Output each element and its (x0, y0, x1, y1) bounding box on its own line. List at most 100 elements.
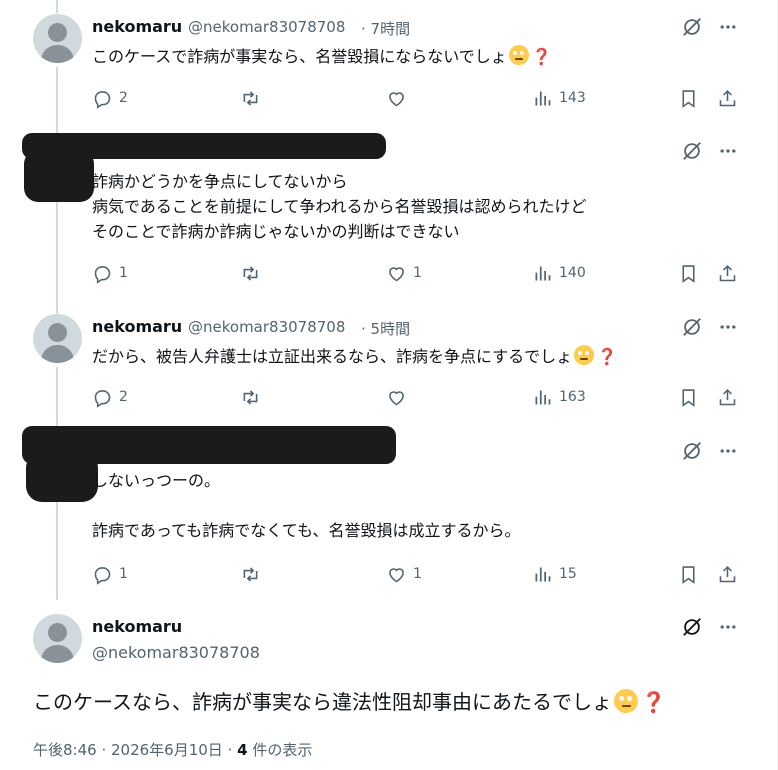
more-icon[interactable] (717, 616, 739, 638)
like-icon (389, 567, 404, 582)
tweet-actions: 2 163 (92, 385, 742, 409)
thread-line (56, 367, 58, 433)
views-icon (535, 91, 551, 105)
like-icon (389, 266, 404, 281)
tweet-text: だから、被告人弁護士は立証出来るなら、詐病を争点にするでしょ ❓ (92, 344, 617, 369)
like-button[interactable] (386, 385, 407, 409)
views-button[interactable]: 15 (532, 562, 577, 586)
grok-icon[interactable] (681, 316, 703, 338)
conversation-thread: nekomaru @nekomar83078708 · 7時間 このケースで詐病… (0, 0, 778, 770)
repost-button[interactable] (240, 385, 261, 409)
reply-count: 2 (119, 90, 128, 106)
reply-icon (94, 389, 111, 408)
views-icon (535, 266, 551, 280)
more-icon[interactable] (717, 316, 739, 338)
bookmark-button[interactable] (678, 385, 699, 409)
like-count: 1 (413, 265, 422, 281)
views-button[interactable]: 143 (532, 86, 586, 110)
tweet-text: しないっつーの。 詐病であっても詐病でなくても、名誉毀損は成立するから。 (92, 468, 520, 543)
reply-count: 1 (119, 265, 128, 281)
avatar[interactable] (33, 14, 82, 63)
bookmark-icon (682, 264, 695, 283)
author-handle[interactable]: @nekomar83078708 (188, 318, 345, 336)
thread-line (56, 500, 58, 600)
more-icon[interactable] (717, 440, 739, 462)
like-count: 1 (413, 566, 422, 582)
views-count: 15 (559, 566, 577, 582)
views-count: 143 (559, 90, 586, 106)
tweet-text: このケースなら、詐病が事実なら違法性阻却事由にあたるでしょ ❓ (33, 686, 666, 715)
share-button[interactable] (717, 562, 738, 586)
bookmark-button[interactable] (678, 86, 699, 110)
post-meta: 午後8:46 · 2026年6月10日 · 4 件の表示 (33, 739, 312, 760)
author-handle[interactable]: @nekomar83078708 (92, 643, 260, 662)
bookmark-button[interactable] (678, 562, 699, 586)
grok-icon[interactable] (681, 140, 703, 162)
red-question-mark-emoji: ❓ (641, 690, 666, 714)
repost-button[interactable] (240, 261, 261, 285)
more-icon[interactable] (717, 140, 739, 162)
share-icon (719, 388, 736, 405)
share-button[interactable] (717, 385, 738, 409)
views-button[interactable]: 163 (532, 385, 586, 409)
tweet-line (92, 493, 520, 518)
tweet-line: 病気であることを前提にして争われるから名誉毀損は認められたけど (92, 197, 587, 216)
repost-button[interactable] (240, 86, 261, 110)
like-button[interactable]: 1 (386, 261, 422, 285)
post-time[interactable]: · 7時間 (361, 18, 410, 39)
face-rolling-eyes-emoji (574, 345, 595, 365)
repost-icon (243, 566, 258, 582)
reply-button[interactable]: 2 (92, 385, 128, 409)
share-icon (719, 565, 736, 582)
bookmark-button[interactable] (678, 261, 699, 285)
author-name[interactable]: nekomaru (92, 17, 182, 36)
like-button[interactable]: 1 (386, 562, 422, 586)
bookmark-icon (682, 388, 695, 407)
avatar[interactable] (33, 614, 82, 663)
thread-line (56, 190, 58, 314)
views-count: 4 (237, 741, 248, 759)
redacted-author (24, 150, 94, 202)
thread-line (56, 0, 58, 13)
grok-icon[interactable] (681, 440, 703, 462)
views-button[interactable]: 140 (532, 261, 586, 285)
tweet-text: このケースで詐病が事実なら、名誉毀損にならないでしょ ❓ (92, 44, 552, 69)
reply-button[interactable]: 1 (92, 261, 128, 285)
more-icon[interactable] (717, 16, 739, 38)
like-icon (389, 390, 404, 405)
views-icon (535, 390, 551, 404)
face-rolling-eyes-emoji (508, 45, 529, 65)
reply-count: 1 (119, 566, 128, 582)
views-icon (535, 567, 551, 581)
share-button[interactable] (717, 86, 738, 110)
tweet-actions: 1 1 140 (92, 261, 742, 285)
reply-button[interactable]: 1 (92, 562, 128, 586)
tweet-line: 詐病であっても詐病でなくても、名誉毀損は成立するから。 (92, 521, 521, 540)
redacted-author (26, 452, 98, 502)
reply-icon (94, 265, 111, 284)
reply-button[interactable]: 2 (92, 86, 128, 110)
repost-icon (243, 389, 258, 405)
avatar[interactable] (33, 314, 82, 363)
post-time[interactable]: · 5時間 (361, 318, 410, 339)
share-button[interactable] (717, 261, 738, 285)
like-icon (389, 91, 404, 106)
tweet-actions: 2 143 (92, 86, 742, 110)
face-rolling-eyes-emoji (614, 689, 638, 713)
author-handle[interactable]: @nekomar83078708 (188, 18, 345, 36)
repost-icon (243, 90, 258, 106)
post-timestamp[interactable]: 午後8:46 · 2026年6月10日 · (33, 741, 237, 759)
author-name[interactable]: nekomaru (92, 317, 182, 336)
author-name[interactable]: nekomaru (92, 617, 182, 636)
share-icon (719, 264, 736, 281)
repost-button[interactable] (240, 562, 261, 586)
share-icon (719, 89, 736, 106)
tweet-actions: 1 1 15 (92, 562, 742, 586)
tweet-line: そのことで詐病か詐病じゃないかの判断はできない (92, 222, 460, 241)
tweet-line: このケースで詐病が事実なら、名誉毀損にならないでしょ (92, 47, 507, 66)
grok-icon[interactable] (681, 16, 703, 38)
bookmark-icon (682, 565, 695, 584)
grok-icon[interactable] (681, 616, 703, 638)
bookmark-icon (682, 89, 695, 108)
like-button[interactable] (386, 86, 407, 110)
